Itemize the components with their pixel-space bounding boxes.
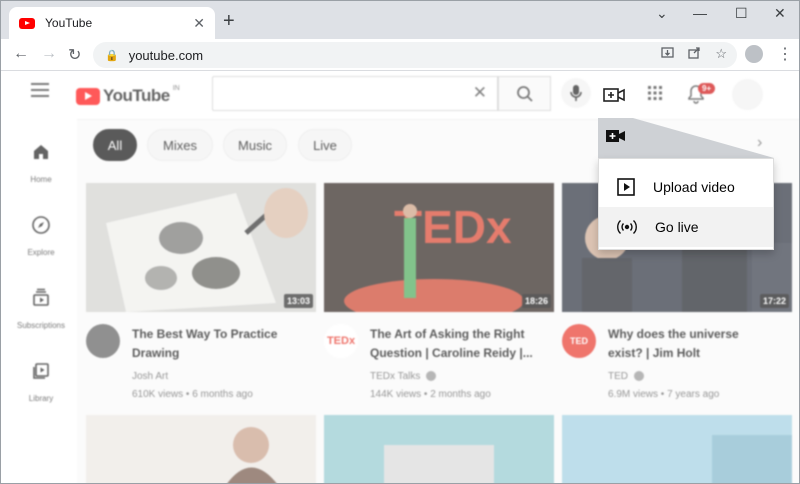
browser-toolbar: ← → ↻ 🔒 youtube.com ☆ ⋮ bbox=[1, 39, 799, 71]
install-icon[interactable] bbox=[661, 46, 674, 59]
broadcast-icon bbox=[617, 219, 637, 235]
menu-item-label: Go live bbox=[655, 219, 699, 235]
create-menu: Upload video Go live bbox=[598, 158, 774, 250]
url-text: youtube.com bbox=[128, 47, 204, 63]
bookmark-star-icon[interactable]: ☆ bbox=[715, 46, 727, 62]
tab-close-icon[interactable]: ✕ bbox=[193, 15, 205, 32]
forward-icon[interactable]: → bbox=[41, 45, 57, 63]
back-icon[interactable]: ← bbox=[13, 45, 29, 63]
new-tab-button[interactable]: + bbox=[223, 11, 235, 31]
menu-item-label: Upload video bbox=[653, 179, 735, 195]
youtube-favicon-icon bbox=[19, 17, 35, 29]
youtube-page: YouTube IN ✕ 9+ Home Explore Subscriptio… bbox=[1, 72, 799, 483]
play-square-icon bbox=[617, 178, 635, 196]
menu-item-go-live[interactable]: Go live bbox=[599, 207, 773, 247]
create-video-button[interactable] bbox=[599, 80, 629, 110]
chevron-down-icon[interactable]: ⌄ bbox=[656, 5, 668, 22]
tab-youtube[interactable]: YouTube ✕ bbox=[9, 7, 215, 39]
tab-title: YouTube bbox=[45, 16, 93, 30]
callout-video-camera-icon bbox=[605, 128, 627, 149]
tab-strip: YouTube ✕ + ⌄ — ☐ ✕ bbox=[1, 1, 799, 39]
profile-avatar-icon[interactable] bbox=[745, 45, 763, 63]
lock-icon[interactable]: 🔒 bbox=[105, 49, 119, 62]
close-icon[interactable]: ✕ bbox=[774, 5, 786, 22]
address-bar[interactable]: 🔒 youtube.com ☆ bbox=[93, 42, 737, 68]
menu-item-upload-video[interactable]: Upload video bbox=[599, 167, 773, 207]
reload-icon[interactable]: ↻ bbox=[68, 45, 81, 65]
chrome-menu-icon[interactable]: ⋮ bbox=[777, 44, 793, 64]
video-camera-plus-icon bbox=[603, 88, 625, 102]
share-icon[interactable] bbox=[688, 46, 701, 59]
minimize-icon[interactable]: — bbox=[693, 5, 707, 21]
maximize-icon[interactable]: ☐ bbox=[735, 5, 748, 22]
browser-window: YouTube ✕ + ⌄ — ☐ ✕ ← → ↻ 🔒 youtube.com … bbox=[0, 0, 800, 484]
